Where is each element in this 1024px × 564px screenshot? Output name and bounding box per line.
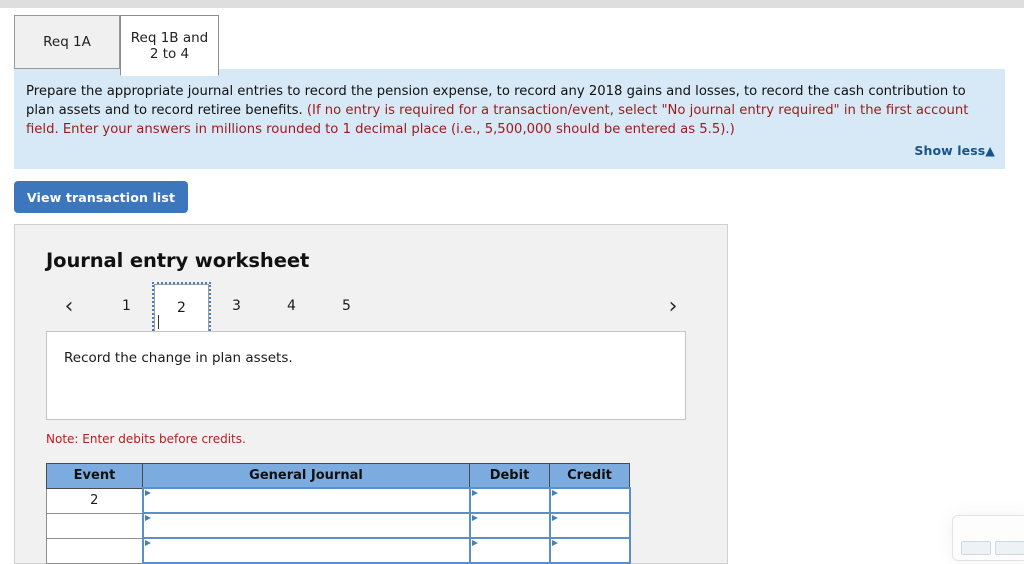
table-header-row: Event General Journal Debit Credit [46, 463, 630, 489]
dropdown-triangle-icon [551, 515, 558, 521]
dropdown-triangle-icon [551, 540, 558, 546]
cell-debit-input[interactable] [468, 512, 551, 539]
pager-next-icon[interactable]: › [659, 285, 687, 327]
instruction-text: Prepare the appropriate journal entries … [26, 82, 986, 139]
table-row: 2 [46, 487, 631, 514]
top-gray-strip [0, 0, 1024, 8]
pager-page-4[interactable]: 4 [264, 285, 319, 327]
tab-req-1b-and-2-to-4[interactable]: Req 1B and 2 to 4 [120, 15, 219, 76]
worksheet-description-box: Record the change in plan assets. [46, 331, 686, 420]
dropdown-triangle-icon [471, 540, 478, 546]
tab-req-1a[interactable]: Req 1A [14, 15, 120, 69]
instruction-banner: Prepare the appropriate journal entries … [14, 69, 1005, 169]
tab-req-1a-label: Req 1A [43, 34, 91, 50]
cell-debit-input[interactable] [468, 487, 551, 514]
dropdown-triangle-icon [471, 515, 478, 521]
corner-widget-control-b[interactable] [995, 541, 1024, 555]
text-cursor [158, 315, 159, 329]
pager-page-2-label: 2 [177, 300, 186, 316]
cell-event: 2 [46, 487, 143, 514]
journal-entry-worksheet-panel: Journal entry worksheet ‹ 1 2 3 4 5 › Re… [14, 224, 728, 564]
pager-prev-icon[interactable]: ‹ [55, 285, 83, 327]
cell-credit-input[interactable] [548, 512, 631, 539]
cell-event [46, 512, 143, 539]
corner-overlay-widget[interactable] [952, 515, 1024, 561]
column-header-credit: Credit [549, 463, 630, 489]
tab-bar: Req 1A Req 1B and 2 to 4 [0, 8, 1024, 76]
column-header-general-journal: General Journal [142, 463, 470, 489]
pager-page-1[interactable]: 1 [99, 285, 154, 327]
dropdown-triangle-icon [471, 490, 478, 496]
worksheet-description-text: Record the change in plan assets. [64, 350, 293, 366]
pager-page-5[interactable]: 5 [319, 285, 374, 327]
journal-entry-table: Event General Journal Debit Credit 2 [46, 463, 631, 564]
dropdown-triangle-icon [144, 515, 151, 521]
cell-credit-input[interactable] [548, 487, 631, 514]
dropdown-triangle-icon [551, 490, 558, 496]
caret-up-icon: ▲ [985, 143, 995, 158]
column-header-event: Event [46, 463, 143, 489]
pager-page-2[interactable]: 2 [152, 282, 211, 334]
show-less-link[interactable]: Show less▲ [914, 143, 995, 158]
debits-before-credits-note: Note: Enter debits before credits. [46, 432, 246, 446]
pager-page-3[interactable]: 3 [209, 285, 264, 327]
table-row [46, 512, 631, 539]
view-transaction-list-button[interactable]: View transaction list [14, 181, 188, 213]
worksheet-pager: ‹ 1 2 3 4 5 › [41, 282, 701, 334]
dropdown-triangle-icon [144, 490, 151, 496]
show-less-label: Show less [914, 143, 986, 158]
page-title: Journal entry worksheet [46, 249, 310, 272]
cell-general-journal-input[interactable] [141, 487, 471, 514]
corner-widget-control-a[interactable] [961, 541, 991, 555]
cell-general-journal-input[interactable] [141, 512, 471, 539]
column-header-debit: Debit [469, 463, 550, 489]
dropdown-triangle-icon [144, 540, 151, 546]
tab-req-1b-and-2-to-4-label: Req 1B and 2 to 4 [130, 29, 209, 62]
